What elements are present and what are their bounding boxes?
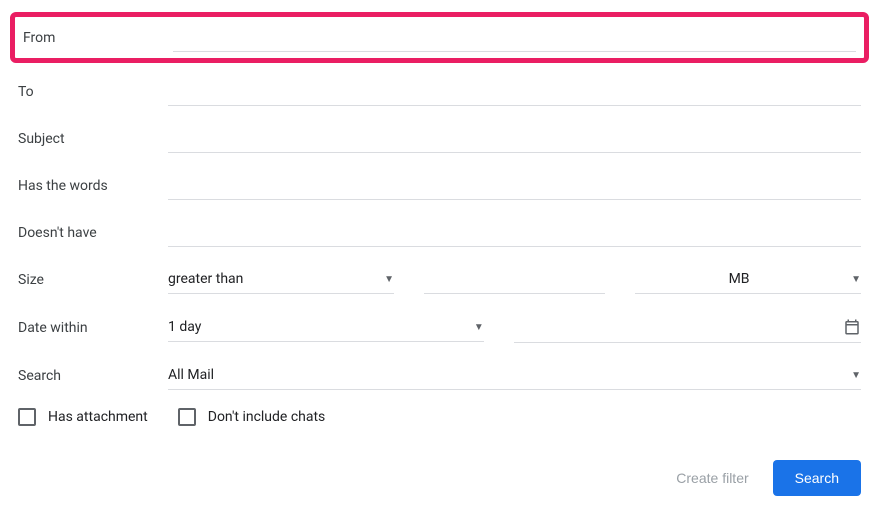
to-label: To xyxy=(18,84,168,100)
from-row: From xyxy=(23,23,856,52)
search-button[interactable]: Search xyxy=(773,460,861,496)
has-attachment-label: Has attachment xyxy=(48,409,148,425)
size-unit-value: MB xyxy=(729,271,750,287)
size-label: Size xyxy=(18,272,168,288)
date-range-select[interactable]: 1 day ▼ xyxy=(168,313,484,342)
doesnt-have-row: Doesn't have xyxy=(18,218,861,247)
date-label: Date within xyxy=(18,320,168,336)
has-words-label: Has the words xyxy=(18,178,168,194)
exclude-chats-label: Don't include chats xyxy=(208,409,326,425)
from-input[interactable] xyxy=(173,23,856,52)
checkbox-icon xyxy=(18,408,36,426)
size-unit-select[interactable]: MB ▼ xyxy=(635,265,861,294)
create-filter-button[interactable]: Create filter xyxy=(676,470,748,486)
search-in-label: Search xyxy=(18,368,168,384)
subject-input[interactable] xyxy=(168,124,861,153)
to-row: To xyxy=(18,77,861,106)
has-attachment-checkbox[interactable]: Has attachment xyxy=(18,408,148,426)
size-row: Size greater than ▼ MB ▼ xyxy=(18,265,861,294)
calendar-icon xyxy=(843,318,861,336)
exclude-chats-checkbox[interactable]: Don't include chats xyxy=(178,408,326,426)
date-range-value: 1 day xyxy=(168,319,201,335)
date-picker[interactable] xyxy=(514,312,861,343)
size-comparator-select[interactable]: greater than ▼ xyxy=(168,265,394,294)
actions-row: Create filter Search xyxy=(18,460,861,496)
from-label: From xyxy=(23,30,173,46)
dropdown-icon: ▼ xyxy=(851,274,861,285)
subject-row: Subject xyxy=(18,124,861,153)
has-words-row: Has the words xyxy=(18,171,861,200)
from-row-highlight: From xyxy=(10,12,869,63)
search-in-row: Search All Mail ▼ xyxy=(18,361,861,390)
search-in-value: All Mail xyxy=(168,367,214,383)
doesnt-have-input[interactable] xyxy=(168,218,861,247)
dropdown-icon: ▼ xyxy=(384,274,394,285)
dropdown-icon: ▼ xyxy=(474,322,484,333)
size-comparator-value: greater than xyxy=(168,271,243,287)
subject-label: Subject xyxy=(18,131,168,147)
checkbox-row: Has attachment Don't include chats xyxy=(18,408,861,426)
to-input[interactable] xyxy=(168,77,861,106)
search-in-select[interactable]: All Mail ▼ xyxy=(168,361,861,390)
dropdown-icon: ▼ xyxy=(851,370,861,381)
date-row: Date within 1 day ▼ xyxy=(18,312,861,343)
has-words-input[interactable] xyxy=(168,171,861,200)
checkbox-icon xyxy=(178,408,196,426)
doesnt-have-label: Doesn't have xyxy=(18,225,168,241)
size-value-input[interactable] xyxy=(424,265,605,294)
